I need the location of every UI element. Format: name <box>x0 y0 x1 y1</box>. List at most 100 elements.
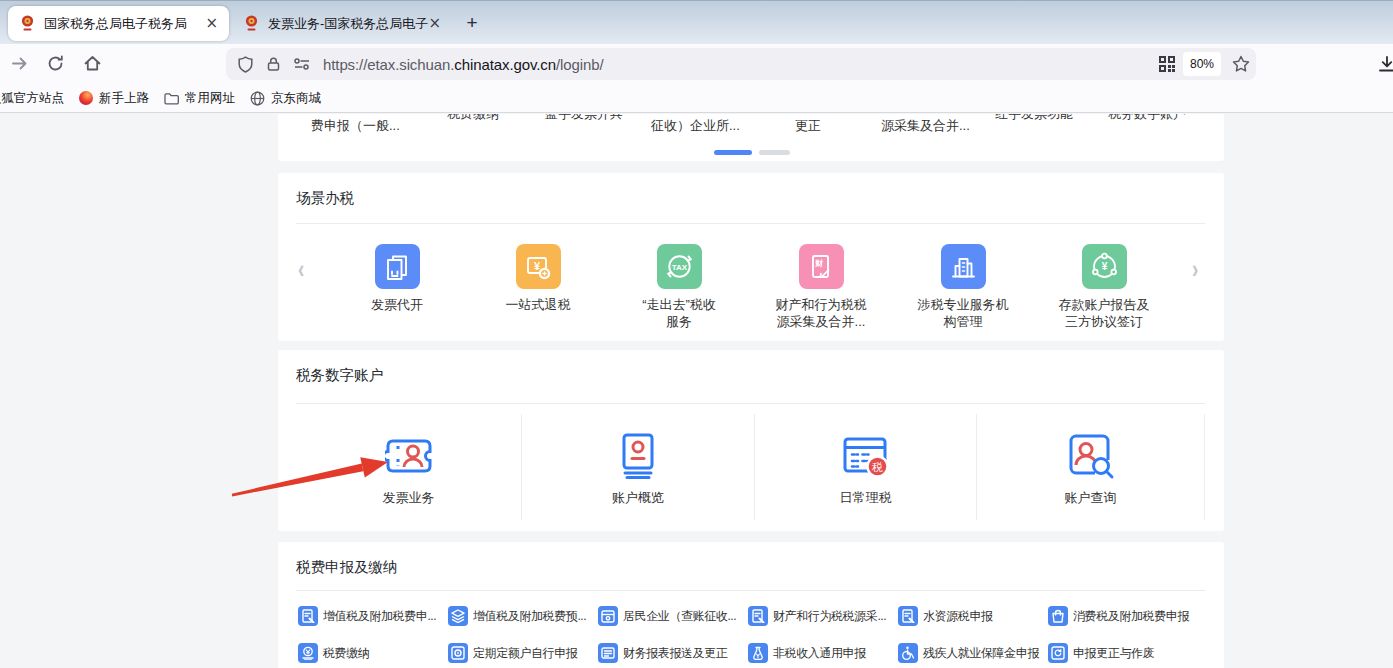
daily-tax-icon: 税 <box>755 432 976 480</box>
wheelchair-icon <box>898 643 918 663</box>
permissions-icon[interactable] <box>293 57 311 71</box>
doc-pen-icon <box>898 606 918 626</box>
tab-close-icon[interactable]: × <box>428 16 441 31</box>
tab-close-icon[interactable]: × <box>205 16 218 31</box>
doc-pen-icon <box>748 606 768 626</box>
bookmark-firefox-official[interactable]: 火狐官方站点 <box>0 90 64 107</box>
section-title: 税费申报及缴纳 <box>296 558 398 577</box>
account-item-overview[interactable]: 账户概览 <box>522 414 755 520</box>
top-menu-card: 费申报（一般... 税费缴纳 蓝字发票开具 征收）企业所... 更正 源采集及合… <box>278 114 1224 161</box>
section-title: 场景办税 <box>296 189 354 208</box>
declare-item-resident-enterprise[interactable]: 居民企业（查账征收... <box>598 606 736 626</box>
scene-item-onestop-refund[interactable]: ¥ 一站式退税 <box>483 244 593 313</box>
scene-item-property-behavior-tax[interactable]: 财 财产和行为税税 源采集及合并... <box>766 244 876 330</box>
menu-item[interactable]: 蓝字发票开具 <box>545 114 623 123</box>
declare-item-vat-prepay[interactable]: 增值税及附加税费预... <box>448 606 586 626</box>
account-item-invoice-business[interactable]: 发票业务 <box>296 414 522 520</box>
doc-refresh-icon <box>1048 643 1068 663</box>
divider <box>296 403 1205 404</box>
tab-active[interactable]: 国家税务总局电子税务局 × <box>8 6 229 41</box>
globe-icon <box>250 91 265 106</box>
downloads-icon[interactable] <box>1377 55 1393 74</box>
onestop-refund-icon: ¥ <box>516 244 561 289</box>
reload-icon[interactable] <box>46 54 65 73</box>
declare-item-tax-payment[interactable]: 税费缴纳 <box>298 643 369 663</box>
qr-code-icon[interactable] <box>1158 55 1176 73</box>
tab-title: 发票业务-国家税务总局电子发票 <box>268 15 428 33</box>
declare-item-water-resource[interactable]: 水资源税申报 <box>898 606 993 626</box>
layers-icon <box>448 606 468 626</box>
money-flask-icon <box>748 643 768 663</box>
scene-item-deposit-account-report[interactable]: ¥ 存款账户报告及 三方协议签订 <box>1049 244 1159 330</box>
tab-title: 国家税务总局电子税务局 <box>44 15 205 33</box>
invoice-business-icon <box>296 432 521 480</box>
scene-item-goglobal-tax[interactable]: TAX “走出去”税收 服务 <box>624 244 734 330</box>
declare-item-vat[interactable]: 增值税及附加税费申... <box>298 606 436 626</box>
tax-emblem-favicon <box>19 15 36 32</box>
bookmark-getting-started[interactable]: 新手上路 <box>79 90 149 107</box>
firefox-circle-icon <box>79 91 93 105</box>
bookmark-common-sites[interactable]: 常用网址 <box>164 90 235 107</box>
account-item-query[interactable]: 账户查询 <box>977 414 1205 520</box>
carousel-dot[interactable] <box>759 150 790 155</box>
page-content: 费申报（一般... 税费缴纳 蓝字发票开具 征收）企业所... 更正 源采集及合… <box>0 114 1393 668</box>
declare-item-nontax-income[interactable]: 非税收入通用申报 <box>748 643 866 663</box>
navigation-toolbar: https://etax.sichuan.chinatax.gov.cn/log… <box>0 44 1393 84</box>
url-bar[interactable]: https://etax.sichuan.chinatax.gov.cn/log… <box>226 48 1256 80</box>
folder-icon <box>164 92 179 105</box>
home-icon[interactable] <box>83 54 102 73</box>
doc-pen-icon <box>298 606 318 626</box>
shield-icon[interactable] <box>237 56 254 73</box>
tax-emblem-favicon <box>243 15 260 32</box>
scene-tax-section: 场景办税 ‹ › 发票代开 ¥ 一站式退税 TAX “走出去”税收 服务 财 <box>278 173 1224 341</box>
shopping-bag-icon <box>1048 606 1068 626</box>
invoice-issue-icon <box>375 244 420 289</box>
declare-item-consumption-tax[interactable]: 消费税及附加税费申报 <box>1048 606 1189 626</box>
zoom-level-badge[interactable]: 80% <box>1183 52 1221 76</box>
new-tab-button[interactable]: + <box>461 12 483 34</box>
bookmark-star-icon[interactable] <box>1232 55 1250 73</box>
chevron-left-icon[interactable]: ‹ <box>298 255 304 286</box>
bookmarks-bar: 火狐官方站点 新手上路 常用网址 京东商城 <box>0 84 1393 113</box>
menu-item[interactable]: 源采集及合并... <box>881 117 970 135</box>
scene-item-invoice-issue[interactable]: 发票代开 <box>342 244 452 313</box>
menu-item[interactable]: 税务数字账户 <box>1108 114 1186 123</box>
deposit-account-report-icon: ¥ <box>1082 244 1127 289</box>
scene-item-tax-service-agency[interactable]: 涉税专业服务机 构管理 <box>908 244 1018 330</box>
menu-item[interactable]: 红字发票功能 <box>995 114 1073 123</box>
declare-item-correction-void[interactable]: 申报更正与作废 <box>1048 643 1154 663</box>
account-overview-icon <box>522 432 754 480</box>
svg-text:¥: ¥ <box>534 259 541 271</box>
menu-item[interactable]: 征收）企业所... <box>651 117 740 135</box>
declare-item-fixed-quota[interactable]: 定期定额户自行申报 <box>448 643 577 663</box>
svg-text:税: 税 <box>872 461 883 473</box>
property-behavior-tax-icon: 财 <box>799 244 844 289</box>
tax-service-agency-icon <box>941 244 986 289</box>
report-table-icon <box>598 643 618 663</box>
menu-item[interactable]: 税费缴纳 <box>447 114 499 123</box>
bookmark-jd-mall[interactable]: 京东商城 <box>250 90 321 107</box>
lock-icon[interactable] <box>266 56 281 72</box>
declare-item-disability-fund[interactable]: 残疾人就业保障金申报 <box>898 643 1039 663</box>
account-item-daily-tax[interactable]: 税 日常理税 <box>755 414 977 520</box>
coin-icon <box>298 643 318 663</box>
menu-item[interactable]: 费申报（一般... <box>311 117 400 135</box>
declare-item-property-behavior[interactable]: 财产和行为税税源采... <box>748 606 886 626</box>
tax-declare-pay-section: 税费申报及缴纳 增值税及附加税费申... 增值税及附加税费预... 居民企业（查… <box>278 542 1224 668</box>
svg-text:TAX: TAX <box>671 263 687 272</box>
svg-text:¥: ¥ <box>1101 261 1107 272</box>
section-title: 税务数字账户 <box>296 366 383 385</box>
forward-icon[interactable] <box>10 54 29 73</box>
declare-item-financial-report[interactable]: 财务报表报送及更正 <box>598 643 727 663</box>
tab-bar: 国家税务总局电子税务局 × 发票业务-国家税务总局电子发票 × + <box>0 0 1393 44</box>
window-icon <box>598 606 618 626</box>
divider <box>296 223 1205 224</box>
tab-inactive[interactable]: 发票业务-国家税务总局电子发票 × <box>233 6 451 41</box>
carousel-dot-active[interactable] <box>714 150 752 155</box>
goglobal-tax-icon: TAX <box>657 244 702 289</box>
url-text[interactable]: https://etax.sichuan.chinatax.gov.cn/log… <box>323 56 604 73</box>
menu-item[interactable]: 更正 <box>795 117 821 135</box>
svg-text:财: 财 <box>815 259 824 268</box>
doc-circle-icon <box>448 643 468 663</box>
chevron-right-icon[interactable]: › <box>1192 255 1198 286</box>
